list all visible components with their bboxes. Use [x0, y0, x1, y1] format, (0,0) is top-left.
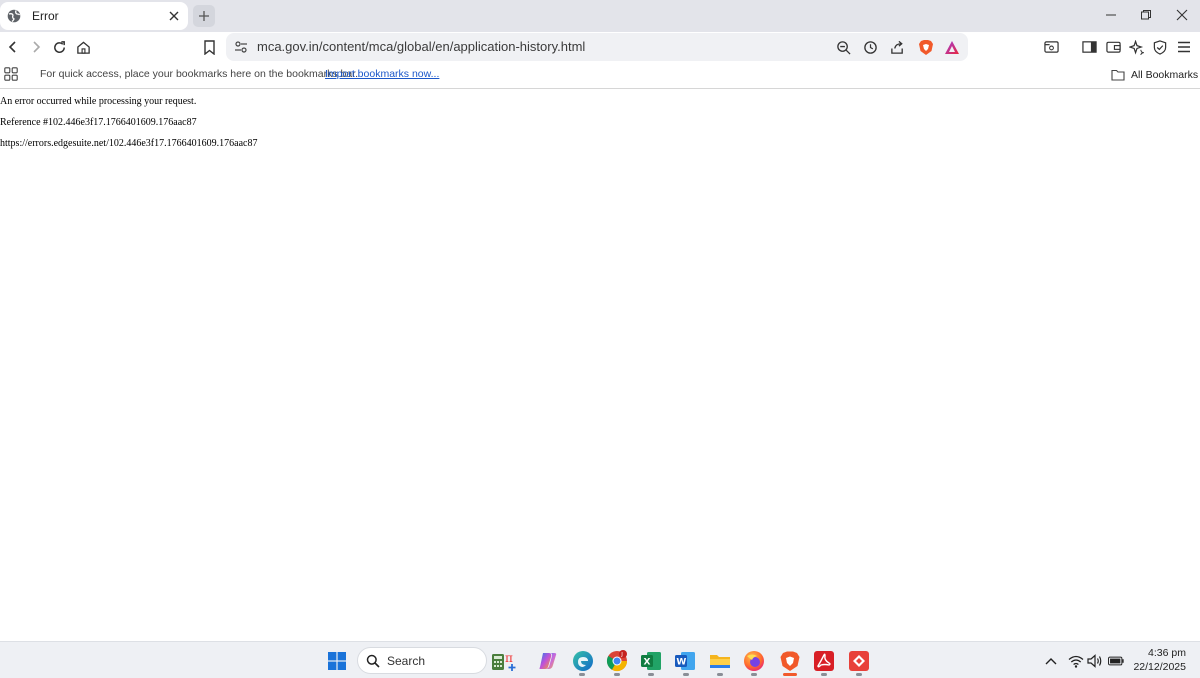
- running-indicator: [648, 673, 654, 676]
- running-indicator: [717, 673, 723, 676]
- minimize-icon: [1106, 14, 1116, 16]
- brave-shields-button[interactable]: [916, 37, 936, 57]
- vpn-button[interactable]: [1150, 37, 1170, 57]
- brave-lion-icon: [919, 39, 933, 55]
- brave-app-icon[interactable]: [779, 650, 801, 672]
- search-icon: [366, 654, 380, 668]
- windows-start-icon[interactable]: [328, 652, 346, 670]
- sparkle-icon: [1128, 39, 1144, 55]
- chrome-app-icon[interactable]: J: [606, 650, 628, 672]
- running-indicator: [856, 673, 862, 676]
- leo-ai-button[interactable]: [1126, 37, 1146, 57]
- share-icon: [890, 40, 903, 54]
- error-message: An error occurred while processing your …: [0, 96, 197, 107]
- tab-search-button[interactable]: [1041, 37, 1061, 57]
- reload-icon: [53, 40, 65, 53]
- edge-app-icon[interactable]: [572, 650, 594, 672]
- wifi-icon[interactable]: [1068, 653, 1084, 669]
- tab-error[interactable]: Error: [0, 2, 188, 30]
- excel-app-icon[interactable]: X: [640, 650, 662, 672]
- sidebar-icon: [1081, 41, 1097, 53]
- new-tab-button[interactable]: [193, 5, 215, 27]
- main-menu-button[interactable]: [1174, 37, 1194, 57]
- wallet-button[interactable]: [1103, 37, 1123, 57]
- bookmarks-hint-text: For quick access, place your bookmarks h…: [40, 68, 359, 80]
- zoom-out-icon: [836, 40, 851, 55]
- shield-icon: [1153, 39, 1167, 55]
- running-indicator: [683, 673, 689, 676]
- address-bar[interactable]: mca.gov.in/content/mca/global/en/applica…: [226, 33, 968, 61]
- search-label: Search: [387, 653, 426, 668]
- calculator-app-icon[interactable]: π: [491, 650, 516, 672]
- restore-button[interactable]: [1132, 4, 1160, 26]
- close-icon: [1176, 9, 1188, 21]
- svg-text:X: X: [644, 658, 651, 668]
- tab-strip: Error: [0, 0, 1200, 32]
- show-hidden-icons-button[interactable]: [1043, 653, 1059, 669]
- all-bookmarks-button[interactable]: All Bookmarks: [1111, 67, 1198, 83]
- brave-rewards-triangle-icon: [945, 40, 959, 54]
- error-url: https://errors.edgesuite.net/102.446e3f1…: [0, 138, 258, 149]
- anydesk-app-icon[interactable]: [848, 650, 870, 672]
- firefox-app-icon[interactable]: [743, 650, 765, 672]
- bookmarks-bar: For quick access, place your bookmarks h…: [0, 62, 1200, 89]
- site-info-icon[interactable]: [231, 37, 251, 57]
- history-icon: [863, 40, 877, 54]
- taskbar-search[interactable]: Search: [357, 647, 487, 674]
- svg-text:W: W: [676, 658, 686, 668]
- tab-title: Error: [32, 9, 59, 23]
- hamburger-menu-icon: [1178, 41, 1190, 53]
- running-indicator: [579, 673, 585, 676]
- tab-search-icon: [1043, 41, 1059, 53]
- forward-button[interactable]: [26, 37, 46, 57]
- close-tab-icon[interactable]: [166, 8, 182, 24]
- share-button[interactable]: [887, 37, 907, 57]
- zoom-button[interactable]: [833, 37, 853, 57]
- error-reference: Reference #102.446e3f17.1766401609.176aa…: [0, 117, 197, 128]
- home-icon: [76, 40, 90, 54]
- svg-text:J: J: [620, 652, 623, 658]
- battery-icon[interactable]: [1108, 653, 1124, 669]
- import-bookmarks-link[interactable]: Import bookmarks now...: [325, 68, 439, 80]
- home-button[interactable]: [73, 37, 93, 57]
- acrobat-app-icon[interactable]: [813, 650, 835, 672]
- svg-text:π: π: [505, 651, 513, 665]
- back-button[interactable]: [3, 37, 23, 57]
- chevron-up-icon: [1045, 658, 1057, 665]
- word-app-icon[interactable]: W: [674, 650, 696, 672]
- wallet-icon: [1105, 41, 1121, 53]
- history-button[interactable]: [860, 37, 880, 57]
- brave-rewards-button[interactable]: [942, 37, 962, 57]
- restore-icon: [1141, 10, 1151, 20]
- sidebar-button[interactable]: [1079, 37, 1099, 57]
- taskbar: Search π J X W 4:36 pm 22/12/2025: [0, 641, 1200, 678]
- clock-date[interactable]: 22/12/2025: [1130, 661, 1186, 673]
- apps-grid-icon[interactable]: [4, 67, 18, 81]
- browser-toolbar: mca.gov.in/content/mca/global/en/applica…: [0, 32, 1200, 62]
- running-indicator: [614, 673, 620, 676]
- url-text: mca.gov.in/content/mca/global/en/applica…: [257, 39, 586, 54]
- volume-icon[interactable]: [1087, 653, 1103, 669]
- arrow-right-icon: [33, 41, 41, 53]
- clock-time[interactable]: 4:36 pm: [1140, 647, 1186, 659]
- arrow-left-icon: [8, 41, 16, 53]
- running-indicator: [751, 673, 757, 676]
- globe-icon: [7, 9, 21, 23]
- active-app-indicator: [783, 673, 797, 676]
- minimize-button[interactable]: [1097, 4, 1125, 26]
- bookmark-page-button[interactable]: [199, 37, 219, 57]
- all-bookmarks-label: All Bookmarks: [1131, 69, 1199, 81]
- plus-icon: [199, 11, 209, 21]
- close-window-button[interactable]: [1168, 4, 1196, 26]
- page-content: An error occurred while processing your …: [0, 90, 1200, 640]
- running-indicator: [821, 673, 827, 676]
- folder-icon: [1111, 69, 1125, 81]
- bookmark-icon: [203, 39, 215, 55]
- file-explorer-app-icon[interactable]: [709, 650, 731, 672]
- reload-button[interactable]: [49, 37, 69, 57]
- copilot-app-icon[interactable]: [537, 650, 559, 672]
